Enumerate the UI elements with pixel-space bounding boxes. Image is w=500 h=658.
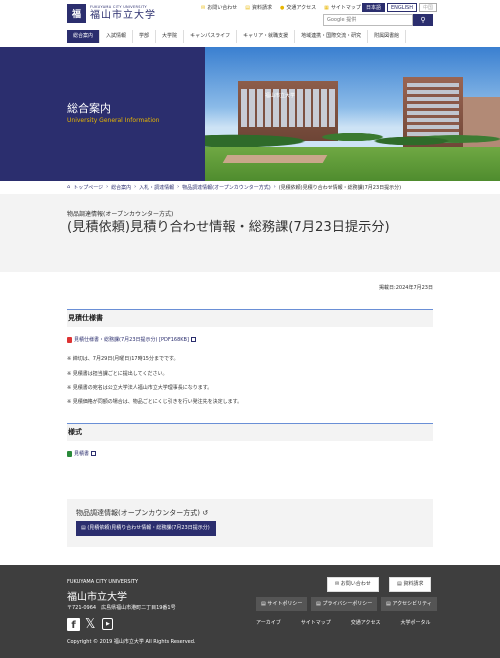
nav-general-info[interactable]: 総合案内 bbox=[67, 30, 101, 43]
home-icon: ⌂ bbox=[67, 184, 71, 190]
document-icon: ▤ bbox=[316, 601, 321, 607]
footer-address: 〒721-0964 広島県福山市港町二丁目19番1号 bbox=[67, 605, 176, 611]
footer-contact-button[interactable]: ✉ お問い合わせ bbox=[327, 577, 379, 592]
x-twitter-icon[interactable]: 𝕏 bbox=[85, 618, 95, 631]
building-sign: 福山市立大学 bbox=[265, 93, 296, 99]
note-deadline: ※ 締切は、7月29日(月曜日)17時15分までです。 bbox=[67, 356, 179, 362]
hero-banner: 総合案内 University General Information 福山市立… bbox=[0, 47, 500, 181]
document-icon: ▤ bbox=[386, 601, 391, 607]
related-title[interactable]: 物品調達情報(オープンカウンター方式) ↺ bbox=[76, 508, 208, 518]
section-heading-forms: 様式 bbox=[67, 423, 433, 441]
spec-pdf-link[interactable]: 見積仕様書・総務課(7月23日提示分) [PDF168KB] bbox=[67, 336, 196, 343]
global-nav: 総合案内 入試情報 学部 大学院 キャンパスライフ キャリア・就職支援 地域連携… bbox=[67, 30, 407, 43]
footer-archive-link[interactable]: アーカイブ bbox=[256, 619, 281, 626]
document-icon: ▤ bbox=[261, 601, 266, 607]
new-window-icon bbox=[91, 451, 97, 456]
nav-campus-life[interactable]: キャンパスライフ bbox=[184, 30, 238, 43]
site-footer: FUKUYAMA CITY UNIVERSITY 福山市立大学 〒721-096… bbox=[0, 565, 500, 658]
footer-request-button[interactable]: ▤ 資料請求 bbox=[389, 577, 432, 592]
section-heading-spec: 見積仕様書 bbox=[67, 309, 433, 327]
nav-regional-research[interactable]: 地域連携・国際交流・研究 bbox=[295, 30, 369, 43]
site-search: ⚲ bbox=[323, 14, 433, 26]
note-lottery: ※ 見積価格が同額の場合は、物品ごとにくじ引きを行い発注先を決定します。 bbox=[67, 399, 243, 405]
accessibility-link[interactable]: ▤ アクセシビリティ bbox=[381, 597, 437, 611]
contact-link[interactable]: ✉ お問い合わせ bbox=[201, 4, 237, 11]
footer-portal-link[interactable]: 大学ポータル bbox=[400, 619, 430, 626]
hero-title: 総合案内 bbox=[67, 102, 111, 115]
site-header: 福 FUKUYAMA CITY UNIVERSITY 福山市立大学 ✉ お問い合わ… bbox=[0, 0, 500, 47]
mail-icon: ✉ bbox=[201, 5, 206, 11]
page-title: (見積依頼)見積り合わせ情報・総務課(7月23日提示分) bbox=[67, 220, 390, 235]
facebook-icon[interactable]: f bbox=[67, 618, 80, 631]
footer-english-name: FUKUYAMA CITY UNIVERSITY bbox=[67, 579, 139, 585]
document-icon: ▤ bbox=[245, 5, 250, 11]
access-link[interactable]: ● 交通アクセス bbox=[280, 4, 316, 11]
social-links: f 𝕏 ▶ bbox=[67, 618, 114, 631]
breadcrumb-general-info[interactable]: 総合案内 bbox=[111, 184, 131, 191]
related-page-button[interactable]: ▤ (見積依頼)見積り合わせ情報・総務課(7月23日提示分) bbox=[76, 521, 216, 536]
document-icon: ▤ bbox=[397, 581, 402, 587]
estimate-form-link[interactable]: 見積書 bbox=[67, 450, 97, 457]
search-icon: ⚲ bbox=[420, 16, 426, 24]
request-materials-link[interactable]: ▤ 資料請求 bbox=[245, 4, 272, 11]
footer-access-link[interactable]: 交通アクセス bbox=[351, 619, 381, 626]
language-switcher: 日本語 ENGLISH 中国 bbox=[362, 3, 437, 12]
breadcrumb-open-counter[interactable]: 物品調達情報(オープンカウンター方式) bbox=[182, 184, 271, 191]
lang-english-button[interactable]: ENGLISH bbox=[387, 3, 417, 12]
nav-admissions[interactable]: 入試情報 bbox=[100, 30, 134, 43]
page-category: 物品調達情報(オープンカウンター方式) bbox=[67, 211, 174, 218]
chevron-right-icon: › bbox=[134, 184, 137, 190]
breadcrumb-home[interactable]: トップページ bbox=[73, 184, 103, 191]
note-submission: ※ 見積書は担当課ごとに提出してください。 bbox=[67, 371, 168, 377]
note-addressee: ※ 見積書の宛名は公立大学法人福山市立大学理事長になります。 bbox=[67, 385, 213, 391]
footer-sitemap-link[interactable]: サイトマップ bbox=[301, 619, 331, 626]
logo-japanese-name: 福山市立大学 bbox=[90, 9, 156, 21]
nav-graduate-school[interactable]: 大学院 bbox=[156, 30, 185, 43]
footer-links: アーカイブ サイトマップ 交通アクセス 大学ポータル bbox=[256, 619, 431, 626]
document-icon: ▤ bbox=[81, 525, 86, 531]
nav-career[interactable]: キャリア・就職支援 bbox=[237, 30, 296, 43]
chevron-right-icon: › bbox=[273, 184, 276, 190]
search-input[interactable] bbox=[323, 14, 413, 26]
breadcrumb: ⌂ トップページ › 総合案内 › 入札・調達情報 › 物品調達情報(オープンカ… bbox=[67, 184, 401, 191]
lang-chinese-button[interactable]: 中国 bbox=[418, 3, 437, 12]
posted-date: 掲載日:2024年7月23日 bbox=[379, 285, 433, 291]
breadcrumb-procurement[interactable]: 入札・調達情報 bbox=[139, 184, 174, 191]
pdf-icon bbox=[67, 336, 72, 343]
new-window-icon bbox=[190, 337, 196, 342]
privacy-policy-link[interactable]: ▤ プライバシーポリシー bbox=[311, 597, 378, 611]
university-logo[interactable]: 福 FUKUYAMA CITY UNIVERSITY 福山市立大学 bbox=[67, 4, 156, 23]
search-button[interactable]: ⚲ bbox=[413, 14, 433, 26]
nav-library[interactable]: 附属図書館 bbox=[368, 30, 407, 43]
campus-photo: 福山市立大学 bbox=[205, 47, 500, 181]
location-pin-icon: ● bbox=[279, 5, 285, 11]
chevron-right-icon: › bbox=[106, 184, 109, 190]
return-arrow-icon: ↺ bbox=[202, 509, 209, 517]
lang-japanese-button[interactable]: 日本語 bbox=[362, 3, 386, 12]
hero-subtitle: University General Information bbox=[67, 117, 160, 124]
sitemap-link[interactable]: ▦ サイトマップ bbox=[324, 4, 361, 11]
chevron-right-icon: › bbox=[177, 184, 180, 190]
copyright: Copyright © 2019 福山市立大学 All Rights Reser… bbox=[67, 639, 196, 645]
site-policy-link[interactable]: ▤ サイトポリシー bbox=[256, 597, 308, 611]
mail-icon: ✉ bbox=[335, 581, 340, 587]
footer-japanese-name: 福山市立大学 bbox=[67, 592, 127, 603]
breadcrumb-current: (見積依頼)見積り合わせ情報・総務課(7月23日提示分) bbox=[278, 185, 402, 191]
utility-links: ✉ お問い合わせ ▤ 資料請求 ● 交通アクセス ▦ サイトマップ bbox=[201, 4, 361, 11]
youtube-icon[interactable]: ▶ bbox=[102, 618, 114, 630]
spreadsheet-icon bbox=[67, 450, 72, 457]
sitemap-icon: ▦ bbox=[324, 5, 329, 11]
nav-faculties[interactable]: 学部 bbox=[133, 30, 157, 43]
logo-mark-icon: 福 bbox=[67, 4, 86, 23]
